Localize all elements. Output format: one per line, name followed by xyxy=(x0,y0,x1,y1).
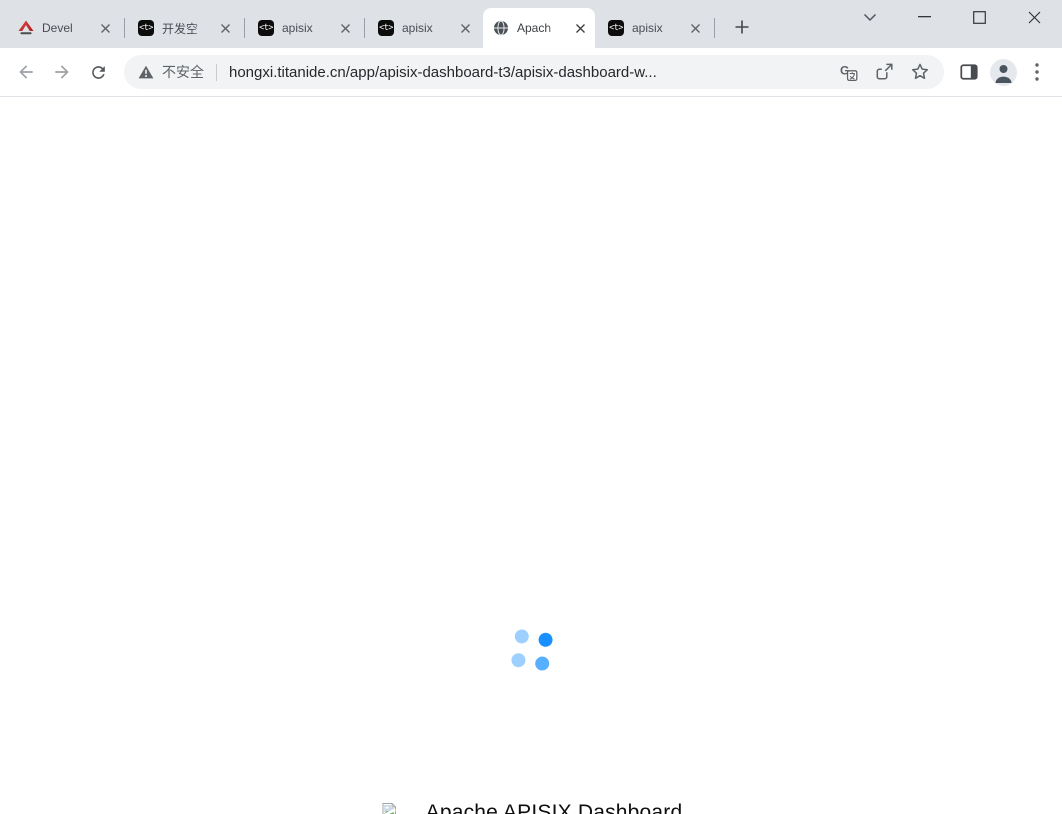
tab-close-icon[interactable] xyxy=(216,19,234,37)
globe-icon xyxy=(493,20,509,36)
close-icon[interactable] xyxy=(1007,0,1062,34)
spinner-dot xyxy=(534,656,550,672)
back-icon xyxy=(16,62,36,82)
share-icon[interactable] xyxy=(874,62,894,82)
tab-search-chevron-icon[interactable] xyxy=(842,0,897,34)
tab-close-icon[interactable] xyxy=(96,19,114,37)
menu-dots-icon xyxy=(1035,63,1039,81)
side-panel-button[interactable] xyxy=(952,55,986,89)
address-bar[interactable]: 不安全 hongxi.titanide.cn/app/apisix-dashbo… xyxy=(124,55,944,89)
dashboard-footer: Apache APISIX Dashboard xyxy=(0,795,1062,814)
page-content: Apache APISIX Dashboard xyxy=(0,97,1062,814)
tab-separator xyxy=(124,18,125,38)
reload-icon xyxy=(89,63,108,82)
reload-button[interactable] xyxy=(80,54,116,90)
tab-separator xyxy=(244,18,245,38)
spinner-dot xyxy=(514,629,530,645)
tab-label: Devel xyxy=(42,21,88,35)
side-panel-icon xyxy=(958,61,980,83)
tab-label: apisix xyxy=(282,21,328,35)
forward-button[interactable] xyxy=(44,54,80,90)
tab-separator xyxy=(364,18,365,38)
browser-toolbar: 不安全 hongxi.titanide.cn/app/apisix-dashbo… xyxy=(0,48,1062,97)
tab-close-icon[interactable] xyxy=(686,19,704,37)
tab-separator xyxy=(714,18,715,38)
browser-menu-button[interactable] xyxy=(1020,55,1054,89)
plus-icon xyxy=(735,20,749,34)
t-tag-icon: <t> xyxy=(378,20,394,36)
t-tag-icon: <t> xyxy=(608,20,624,36)
tab-apisix-3[interactable]: <t> apisix xyxy=(598,8,710,48)
window-controls xyxy=(842,0,1062,34)
tab-close-icon[interactable] xyxy=(456,19,474,37)
tab-apisix-2[interactable]: <t> apisix xyxy=(368,8,480,48)
new-tab-button[interactable] xyxy=(728,13,756,41)
tab-label: apisix xyxy=(402,21,448,35)
tab-apache-active[interactable]: Apach xyxy=(483,8,595,48)
omnibox-divider xyxy=(216,64,217,81)
tab-strip: Devel <t> 开发空 <t> apisix <t> apisix xyxy=(0,0,1062,48)
t-tag-icon: <t> xyxy=(138,20,154,36)
t-tag-icon: <t> xyxy=(258,20,274,36)
tab-label: Apach xyxy=(517,21,563,35)
tab-label: 开发空 xyxy=(162,20,208,37)
url-text[interactable]: hongxi.titanide.cn/app/apisix-dashboard-… xyxy=(229,64,827,81)
warning-triangle-icon xyxy=(138,65,154,79)
forward-icon xyxy=(52,62,72,82)
security-indicator[interactable]: 不安全 xyxy=(138,62,204,82)
loading-dots-spinner xyxy=(511,629,554,672)
spinner-dot xyxy=(538,632,554,648)
tab-label: apisix xyxy=(632,21,678,35)
tab-close-icon[interactable] xyxy=(571,19,589,37)
tab-devel[interactable]: Devel xyxy=(8,8,120,48)
maximize-icon[interactable] xyxy=(952,0,1007,34)
broken-image-icon xyxy=(380,802,398,814)
bookmark-star-icon[interactable] xyxy=(910,62,930,82)
dashboard-title: Apache APISIX Dashboard xyxy=(426,801,683,814)
translate-icon[interactable]: G xyxy=(839,63,858,82)
back-button[interactable] xyxy=(8,54,44,90)
profile-button[interactable] xyxy=(986,55,1020,89)
minimize-icon[interactable] xyxy=(897,0,952,34)
apisix-logo-icon xyxy=(18,20,34,36)
tab-apisix-1[interactable]: <t> apisix xyxy=(248,8,360,48)
security-label: 不安全 xyxy=(162,62,204,82)
tab-close-icon[interactable] xyxy=(336,19,354,37)
profile-avatar-icon xyxy=(990,59,1017,86)
tab-kaifa[interactable]: <t> 开发空 xyxy=(128,8,240,48)
spinner-dot xyxy=(511,652,527,668)
